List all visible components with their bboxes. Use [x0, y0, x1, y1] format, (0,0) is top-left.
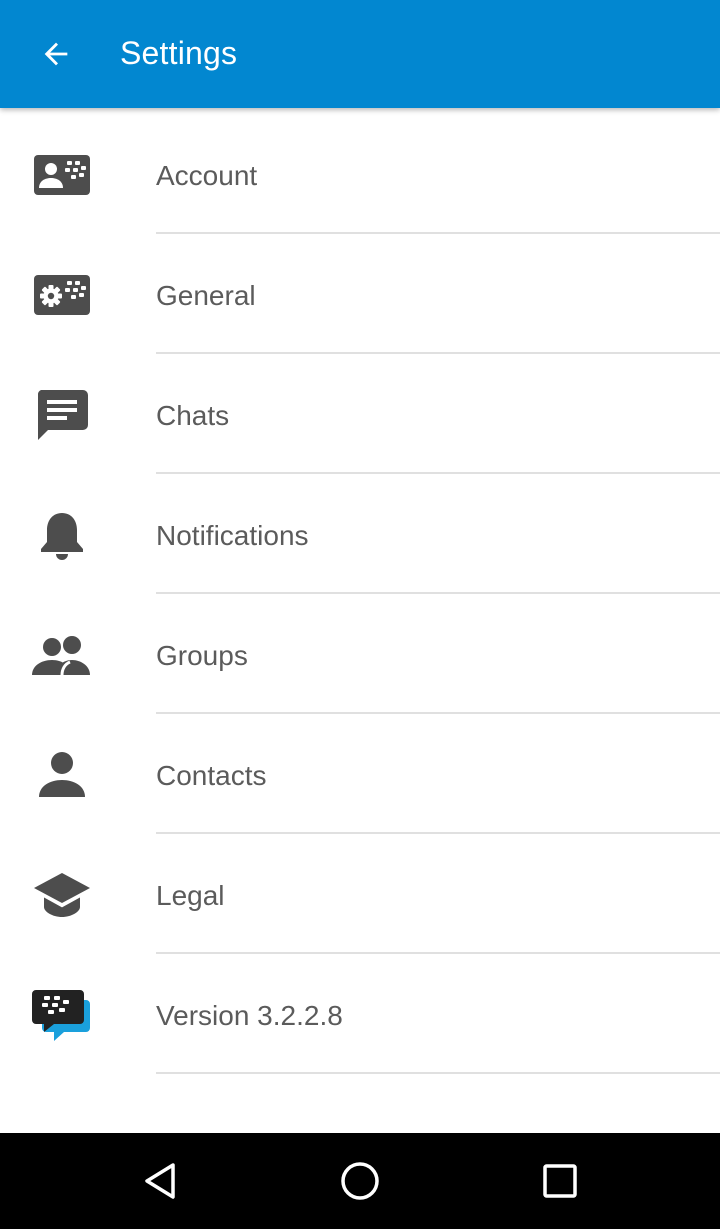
person-icon — [32, 749, 92, 801]
settings-item-label: Groups — [156, 640, 248, 671]
settings-item-general[interactable]: General — [0, 234, 720, 354]
graduation-cap-icon — [32, 869, 92, 921]
nav-home-button[interactable] — [335, 1156, 385, 1206]
settings-item-label: General — [156, 280, 256, 311]
settings-item-account[interactable]: Account — [0, 114, 720, 234]
settings-item-label: Chats — [156, 400, 230, 431]
square-recents-icon — [543, 1164, 577, 1198]
groups-icon — [32, 629, 92, 681]
settings-item-label: Account — [156, 160, 258, 191]
chat-bubble-icon — [32, 389, 92, 441]
settings-item-label: Legal — [156, 880, 225, 911]
settings-item-legal[interactable]: Legal — [0, 834, 720, 954]
settings-item-groups[interactable]: Groups — [0, 594, 720, 714]
nav-back-button[interactable] — [135, 1156, 185, 1206]
arrow-back-icon — [44, 42, 68, 66]
app-bar: Settings — [0, 0, 720, 108]
settings-item-label: Version 3.2.2.8 — [156, 1000, 343, 1031]
settings-gear-icon — [32, 269, 92, 321]
triangle-back-icon — [145, 1163, 175, 1199]
account-card-icon — [32, 149, 92, 201]
settings-list: Account General Chats Notifications Grou… — [0, 114, 720, 1074]
bell-icon — [32, 509, 92, 561]
bbm-logo-icon — [32, 989, 92, 1041]
nav-recents-button[interactable] — [535, 1156, 585, 1206]
settings-item-version[interactable]: Version 3.2.2.8 — [0, 954, 720, 1074]
settings-item-label: Notifications — [156, 520, 309, 551]
settings-item-notifications[interactable]: Notifications — [0, 474, 720, 594]
circle-home-icon — [341, 1162, 379, 1200]
page-title: Settings — [120, 35, 238, 71]
system-navigation-bar — [0, 1133, 720, 1229]
settings-item-chats[interactable]: Chats — [0, 354, 720, 474]
settings-item-contacts[interactable]: Contacts — [0, 714, 720, 834]
back-button[interactable] — [20, 18, 92, 90]
settings-item-label: Contacts — [156, 760, 267, 791]
divider — [156, 1072, 720, 1074]
